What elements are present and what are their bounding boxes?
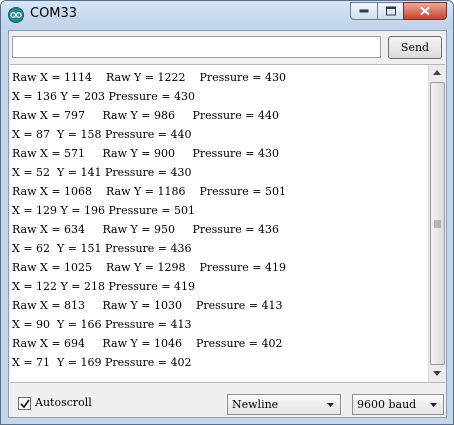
close-icon bbox=[420, 6, 430, 16]
output-line: X = 87 Y = 158 Pressure = 440 bbox=[12, 128, 192, 141]
output-line: Raw X = 571 Raw Y = 900 Pressure = 430 bbox=[12, 147, 279, 160]
minimize-button[interactable] bbox=[350, 2, 377, 20]
output-line: X = 129 Y = 196 Pressure = 501 bbox=[12, 204, 196, 217]
checkmark-icon bbox=[20, 399, 30, 409]
output-line: X = 90 Y = 166 Pressure = 413 bbox=[12, 318, 192, 331]
output-line: X = 52 Y = 141 Pressure = 430 bbox=[12, 166, 192, 179]
baud-rate-select[interactable]: 9600 baud bbox=[352, 394, 444, 415]
close-button[interactable] bbox=[403, 2, 447, 20]
output-line: Raw X = 634 Raw Y = 950 Pressure = 436 bbox=[12, 223, 279, 236]
output-line: X = 71 Y = 169 Pressure = 402 bbox=[12, 356, 192, 369]
footer-bar: Autoscroll Newline 9600 baud bbox=[9, 385, 446, 417]
scroll-down-button[interactable] bbox=[429, 366, 445, 382]
grip-icon bbox=[434, 219, 441, 228]
send-button[interactable]: Send bbox=[388, 36, 442, 59]
autoscroll-checkbox[interactable] bbox=[18, 397, 31, 410]
scroll-down-icon bbox=[433, 371, 441, 376]
line-ending-select[interactable]: Newline bbox=[227, 394, 341, 415]
output-line: X = 62 Y = 151 Pressure = 436 bbox=[12, 242, 192, 255]
scroll-up-icon bbox=[433, 70, 441, 75]
line-ending-value: Newline bbox=[232, 398, 279, 411]
vertical-scrollbar[interactable] bbox=[428, 65, 445, 382]
output-line: Raw X = 813 Raw Y = 1030 Pressure = 413 bbox=[12, 299, 283, 312]
send-input[interactable] bbox=[12, 36, 381, 58]
output-line: Raw X = 1025 Raw Y = 1298 Pressure = 419 bbox=[12, 261, 287, 274]
maximize-icon bbox=[385, 6, 396, 16]
serial-monitor-client: Send Raw X = 1114 Raw Y = 1222 Pressure … bbox=[8, 30, 447, 418]
output-line: Raw X = 797 Raw Y = 986 Pressure = 440 bbox=[12, 109, 279, 122]
minimize-icon bbox=[359, 9, 369, 13]
window-controls bbox=[350, 2, 447, 21]
scroll-up-button[interactable] bbox=[429, 65, 445, 81]
output-line: X = 122 Y = 218 Pressure = 419 bbox=[12, 280, 196, 293]
serial-monitor-window: COM33 Send Raw X = 1114 Raw Y = 1222 Pre… bbox=[0, 0, 454, 425]
output-line: X = 136 Y = 203 Pressure = 430 bbox=[12, 90, 196, 103]
baud-rate-value: 9600 baud bbox=[357, 398, 417, 411]
scrollbar-thumb[interactable] bbox=[430, 82, 445, 365]
chevron-down-icon bbox=[430, 403, 437, 407]
serial-output[interactable]: Raw X = 1114 Raw Y = 1222 Pressure = 430… bbox=[10, 64, 445, 383]
window-title: COM33 bbox=[30, 6, 78, 21]
output-line: Raw X = 1068 Raw Y = 1186 Pressure = 501 bbox=[12, 185, 287, 198]
autoscroll-label: Autoscroll bbox=[35, 396, 92, 409]
maximize-button[interactable] bbox=[377, 2, 403, 20]
output-lines: Raw X = 1114 Raw Y = 1222 Pressure = 430… bbox=[12, 68, 286, 372]
arduino-icon bbox=[8, 7, 24, 23]
output-line: Raw X = 1114 Raw Y = 1222 Pressure = 430 bbox=[12, 71, 287, 84]
title-bar[interactable]: COM33 bbox=[1, 1, 453, 29]
output-line: Raw X = 694 Raw Y = 1046 Pressure = 402 bbox=[12, 337, 283, 350]
chevron-down-icon bbox=[327, 403, 334, 407]
